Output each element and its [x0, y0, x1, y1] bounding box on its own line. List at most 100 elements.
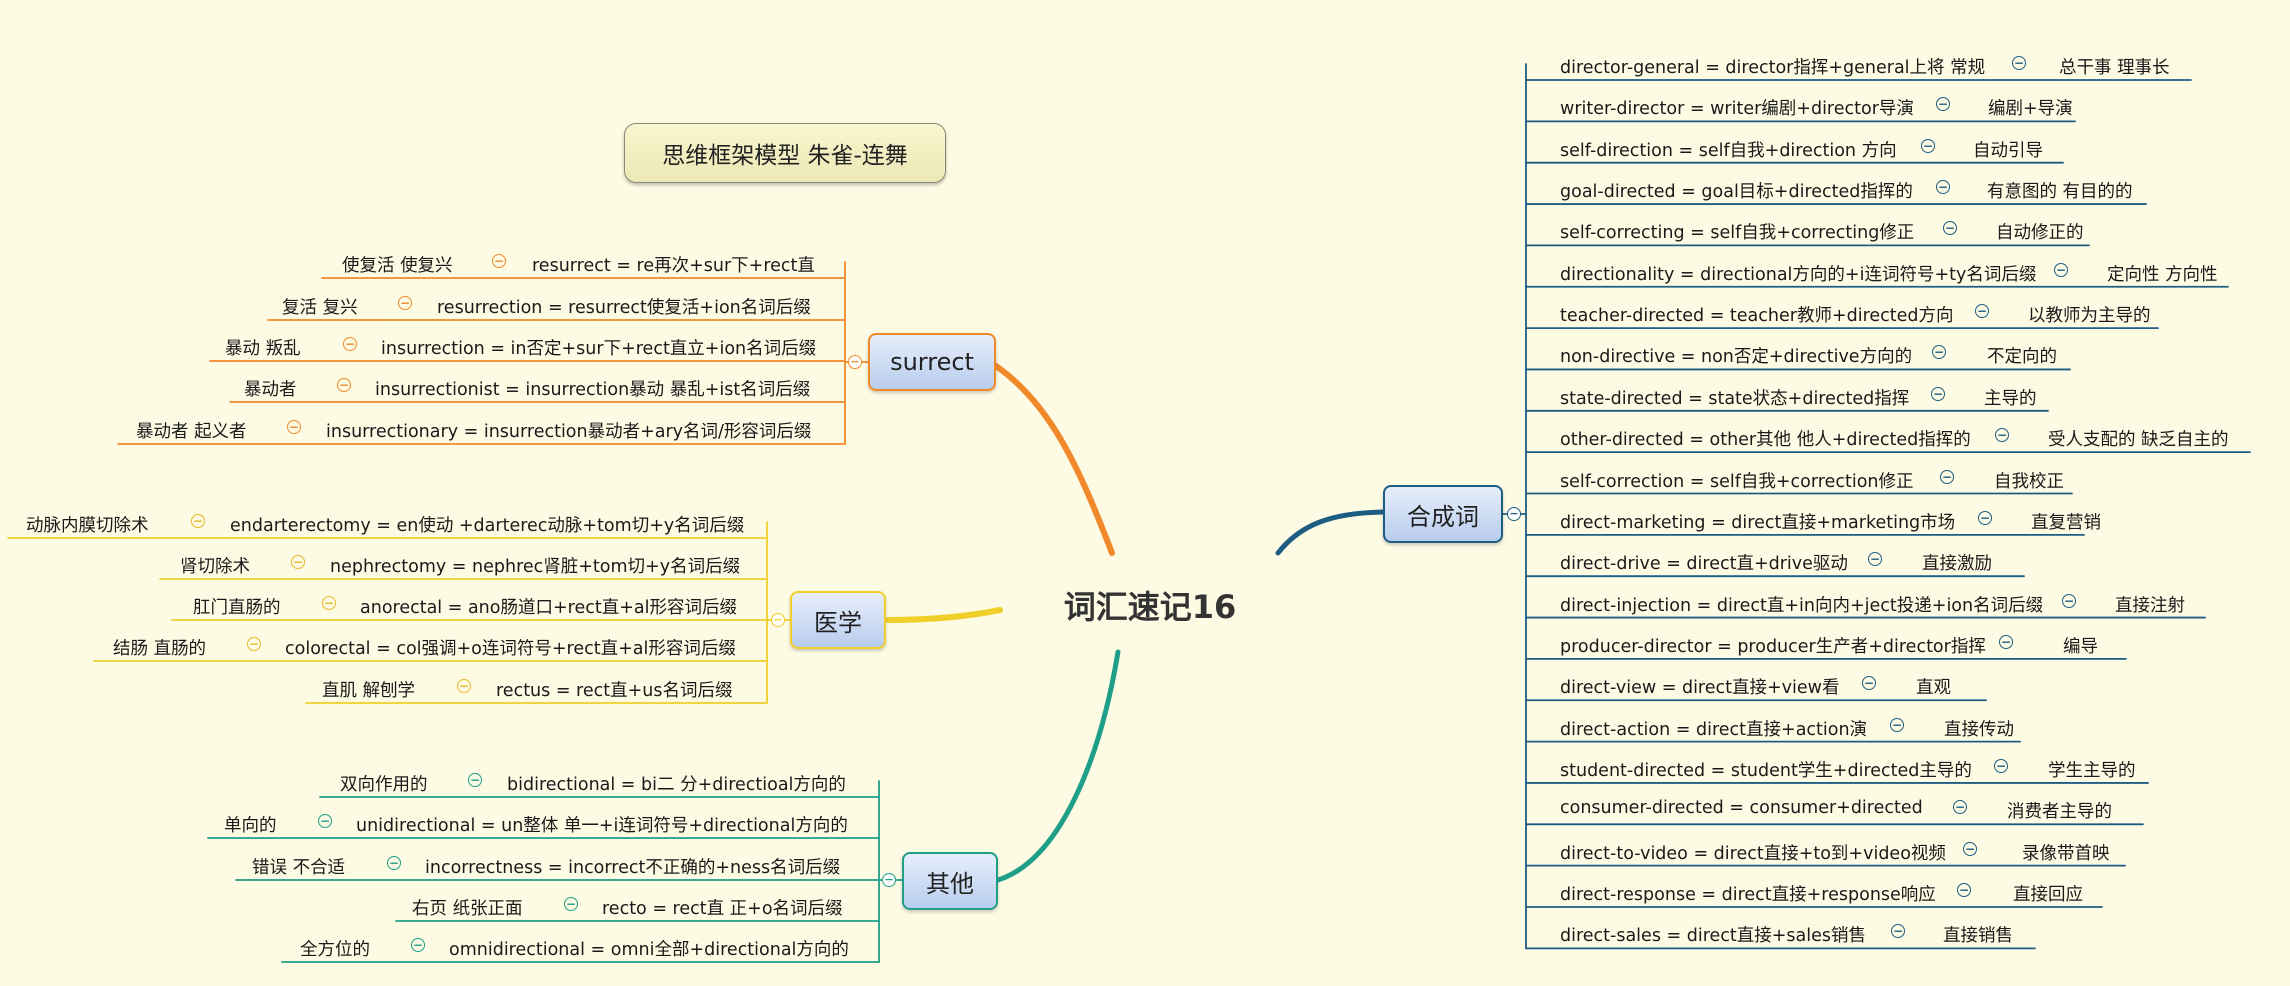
leaf-row-yixue[interactable]: 结肠 直肠的 − colorectal = col强调+o连词符号+rect直+al… [0, 627, 767, 667]
leaf-row-qita[interactable]: 右页 纸张正面 − recto = rect直 正+o名词后缀 [0, 887, 879, 927]
leaf-formula: anorectal = ano肠道口+rect直+al形容词后缀 [360, 598, 737, 618]
collapse-toggle-surrect[interactable]: − [848, 355, 862, 369]
curve-center-compound [1275, 509, 1386, 556]
mindmap-title-box[interactable]: 思维框架模型 朱雀-连舞 [624, 123, 946, 183]
minus-circle-icon: − [1868, 552, 1882, 567]
leaf-row-hecheng[interactable]: non-directive = non否定+directive方向的 − 不定向的 [1526, 335, 2070, 375]
leaf-row-hecheng[interactable]: self-correcting = self自我+correcting修正 − 自动… [1526, 211, 2089, 251]
minus-circle-icon: − [492, 254, 506, 268]
leaf-row-hecheng[interactable]: direct-drive = direct直+drive驱动 − 直接激励 [1526, 542, 2024, 582]
leaf-row-hecheng[interactable]: self-correction = self自我+correction修正 − 自我… [1526, 460, 2072, 500]
leaf-row-hecheng[interactable]: direct-response = direct直接+response响应 − 直接… [1526, 873, 2102, 913]
leaf-formula: direct-to-video = direct直接+to到+video视频 [1560, 843, 1946, 864]
leaf-row-qita[interactable]: 单向的 − unidirectional = un整体 单一+i连词符号+direc… [0, 804, 879, 844]
leaf-row-surrect[interactable]: 暴动 叛乱 − insurrection = in否定+sur下+rect直立+io… [0, 327, 845, 367]
leaf-meaning: 直复营销 [2031, 512, 2101, 533]
leaf-row-hecheng[interactable]: direct-injection = direct直+in向内+ject投递+i… [1526, 584, 2205, 624]
leaf-meaning: 录像带首映 [2022, 843, 2110, 864]
leaf-formula: insurrectionary = insurrection暴动者+ary名词/… [326, 422, 812, 442]
minus-circle-icon: − [1999, 634, 2013, 649]
leaf-formula: endarterectomy = en使动 +darterec动脉+tom切+y… [230, 516, 745, 536]
leaf-row-hecheng[interactable]: state-directed = state状态+directed指挥 − 主导的 [1526, 377, 2048, 417]
leaf-formula: direct-sales = direct直接+sales销售 [1560, 926, 1867, 947]
leaf-formula: state-directed = state状态+directed指挥 [1560, 388, 1910, 409]
minus-circle-icon: − [1940, 469, 1954, 484]
leaf-meaning: 暴动 叛乱 [225, 339, 301, 359]
minus-circle-icon: − [1994, 758, 2008, 773]
leaf-row-yixue[interactable]: 动脉内膜切除术 − endarterectomy = en使动 +darterec动… [0, 504, 767, 544]
leaf-row-surrect[interactable]: 复活 复兴 − resurrection = resurrect使复活+ion名词后… [0, 286, 845, 326]
leaf-row-hecheng[interactable]: goal-directed = goal目标+directed指挥的 − 有意图的 … [1526, 170, 2146, 210]
leaf-row-surrect[interactable]: 暴动者 − insurrectionist = insurrection暴动 暴乱+… [0, 368, 845, 408]
leaf-formula: colorectal = col强调+o连词符号+rect直+al形容词后缀 [285, 639, 736, 659]
branch-others[interactable]: 其他 [902, 852, 998, 910]
leaf-row-hecheng[interactable]: director-general = director指挥+general上将 … [1526, 46, 2191, 86]
leaf-row-hecheng[interactable]: direct-action = direct直接+action演 − 直接传动 [1526, 708, 2020, 748]
leaf-row-yixue[interactable]: 直肌 解刨学 − rectus = rect直+us名词后缀 [0, 669, 767, 709]
minus-circle-icon: − [564, 897, 578, 911]
minus-circle-icon: − [1978, 510, 1992, 525]
leaf-formula: nephrectomy = nephrec肾脏+tom切+y名词后缀 [330, 557, 741, 577]
leaf-row-yixue[interactable]: 肾切除术 − nephrectomy = nephrec肾脏+tom切+y名词后缀 [0, 545, 767, 585]
minus-circle-icon: − [191, 514, 205, 528]
leaf-formula: teacher-directed = teacher教师+directed方向 [1560, 306, 1954, 327]
leaf-row-qita[interactable]: 全方位的 − omnidirectional = omni全部+directiona… [0, 928, 879, 968]
leaf-row-surrect[interactable]: 使复活 使复兴 − resurrect = re再次+sur下+rect直 [0, 244, 845, 284]
minus-circle-icon: − [1957, 883, 1971, 897]
leaf-formula: consumer-directed = consumer+directed [1560, 798, 1923, 819]
branch-compound-words[interactable]: 合成词 [1383, 485, 1503, 543]
leaf-row-hecheng[interactable]: teacher-directed = teacher教师+directed方向 −… [1526, 294, 2158, 334]
minus-circle-icon: − [411, 938, 425, 952]
leaf-meaning: 定向性 方向性 [2107, 264, 2218, 285]
mindmap-title: 思维框架模型 朱雀-连舞 [662, 143, 908, 169]
minus-circle-icon: − [1936, 97, 1950, 112]
branch-label: 其他 [926, 869, 974, 898]
leaf-meaning: 肛门直肠的 [193, 598, 281, 618]
leaf-row-hecheng[interactable]: student-directed = student学生+directed主导的… [1526, 749, 2148, 789]
leaf-row-qita[interactable]: 错误 不合适 − incorrectness = incorrect不正确的+nes… [0, 846, 879, 886]
leaf-meaning: 直肌 解刨学 [322, 681, 416, 701]
leaf-row-hecheng[interactable]: directionality = directional方向的+i连词符号+ty… [1526, 253, 2228, 293]
leaf-formula: non-directive = non否定+directive方向的 [1560, 347, 1913, 368]
branch-medicine[interactable]: 医学 [790, 591, 886, 649]
minus-circle-icon: − [1963, 841, 1977, 856]
leaf-row-hecheng[interactable]: direct-marketing = direct直接+marketing市场 −… [1526, 501, 2101, 541]
leaf-row-surrect[interactable]: 暴动者 起义者 − insurrectionary = insurrection暴动… [0, 410, 845, 450]
leaf-row-yixue[interactable]: 肛门直肠的 − anorectal = ano肠道口+rect直+al形容词后缀 [0, 586, 767, 626]
leaf-row-hecheng[interactable]: other-directed = other其他 他人+directed指挥的 −… [1526, 418, 2250, 458]
leaf-meaning: 暴动者 [244, 380, 297, 400]
leaf-meaning: 肾切除术 [180, 557, 250, 577]
leaf-formula: resurrect = re再次+sur下+rect直 [532, 256, 815, 276]
branch-surrect[interactable]: surrect [868, 333, 996, 391]
mindmap-canvas: 思维框架模型 朱雀-连舞 词汇速记16 surrect 医学 其他 合成词 使复… [0, 0, 2290, 986]
collapse-toggle-hecheng[interactable]: − [1507, 507, 1521, 521]
leaf-row-hecheng[interactable]: direct-to-video = direct直接+to到+video视频 − 录… [1526, 832, 2125, 872]
leaf-row-hecheng[interactable]: consumer-directed = consumer+directed − 消费… [1526, 790, 2143, 830]
minus-circle-icon: − [1953, 800, 1967, 815]
branch-label: 医学 [814, 608, 862, 637]
leaf-meaning: 直接传动 [1944, 719, 2014, 740]
leaf-row-hecheng[interactable]: direct-sales = direct直接+sales销售 − 直接销售 [1526, 914, 2035, 954]
minus-circle-icon: − [2054, 262, 2068, 277]
leaf-formula: goal-directed = goal目标+directed指挥的 [1560, 182, 1913, 203]
leaf-row-qita[interactable]: 双向作用的 − bidirectional = bi二 分+directioal方向… [0, 763, 879, 803]
leaf-formula: unidirectional = un整体 单一+i连词符号+direction… [356, 816, 848, 836]
central-topic[interactable]: 词汇速记16 [1040, 580, 1260, 630]
leaf-meaning: 双向作用的 [340, 775, 428, 795]
leaf-formula: direct-drive = direct直+drive驱动 [1560, 554, 1848, 575]
leaf-formula: recto = rect直 正+o名词后缀 [602, 899, 843, 919]
leaf-row-hecheng[interactable]: self-direction = self自我+direction 方向 − 自动引… [1526, 129, 2063, 169]
minus-circle-icon: − [318, 814, 332, 828]
leaf-row-hecheng[interactable]: direct-view = direct直接+view看 − 直观 [1526, 666, 1986, 706]
leaf-formula: self-direction = self自我+direction 方向 [1560, 140, 1897, 161]
minus-circle-icon: − [287, 420, 301, 434]
leaf-formula: direct-action = direct直接+action演 [1560, 719, 1868, 740]
minus-circle-icon: − [337, 378, 351, 392]
leaf-formula: incorrectness = incorrect不正确的+ness名词后缀 [425, 858, 841, 878]
leaf-row-hecheng[interactable]: producer-director = producer生产者+director… [1526, 625, 2126, 665]
collapse-toggle-qita[interactable]: − [882, 873, 896, 887]
collapse-toggle-yixue[interactable]: − [771, 613, 785, 627]
leaf-meaning: 错误 不合适 [252, 858, 346, 878]
leaf-meaning: 自我校正 [1994, 471, 2064, 492]
leaf-row-hecheng[interactable]: writer-director = writer编剧+director导演 − 编剧… [1526, 87, 2075, 127]
